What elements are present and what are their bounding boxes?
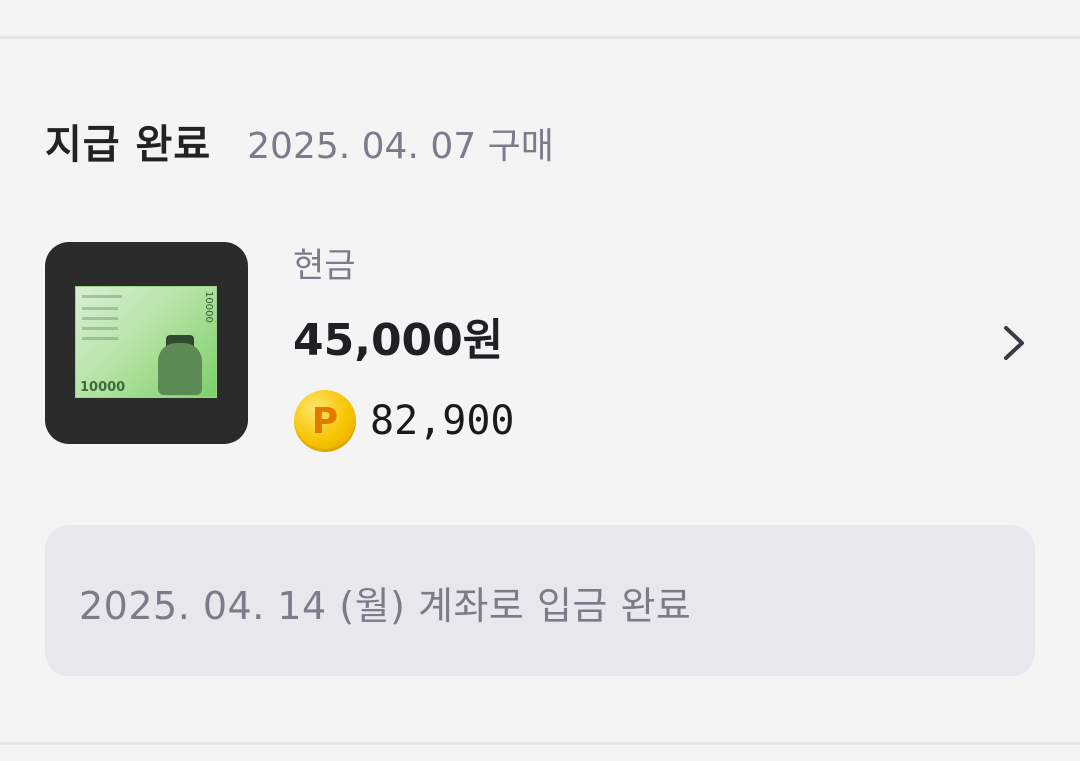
p-coin-icon: P bbox=[294, 390, 356, 452]
deposit-status-box: 2025. 04. 14 (월) 계좌로 입금 완료 bbox=[45, 525, 1035, 676]
p-coin-letter: P bbox=[311, 400, 339, 442]
item-amount: 45,000원 bbox=[293, 315, 504, 366]
top-divider bbox=[0, 36, 1080, 39]
purchase-date: 2025. 04. 07 구매 bbox=[247, 126, 554, 167]
bottom-divider bbox=[0, 742, 1080, 745]
item-card[interactable]: 10000 10000 현금 45,000원 P 82,900 bbox=[0, 220, 1080, 460]
points-row: P 82,900 bbox=[294, 390, 515, 452]
banknote-image: 10000 10000 bbox=[75, 286, 217, 398]
deposit-message: 2025. 04. 14 (월) 계좌로 입금 완료 bbox=[79, 584, 692, 628]
chevron-right-icon[interactable] bbox=[990, 320, 1036, 366]
order-header: 지급 완료 2025. 04. 07 구매 bbox=[45, 112, 554, 170]
order-status: 지급 완료 bbox=[45, 122, 212, 168]
points-value: 82,900 bbox=[370, 398, 515, 444]
item-category: 현금 bbox=[293, 246, 356, 286]
banknote-thumbnail: 10000 10000 bbox=[45, 242, 248, 444]
